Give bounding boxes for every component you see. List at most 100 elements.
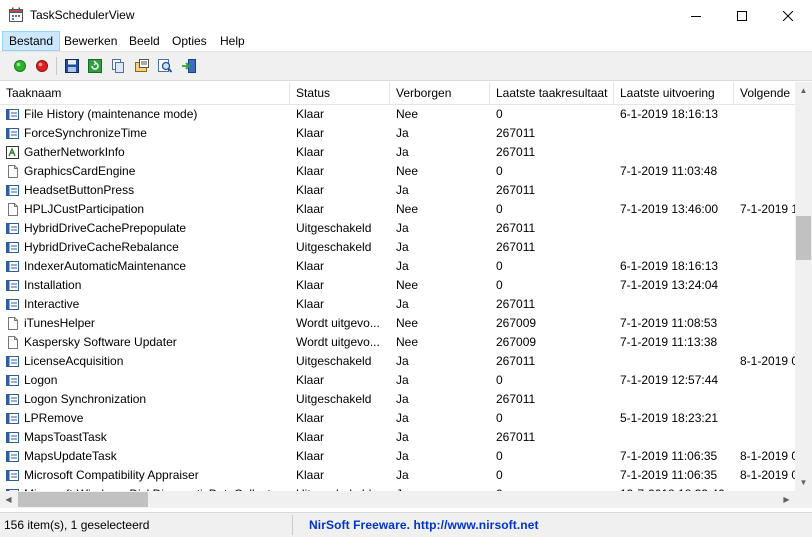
search-icon	[158, 59, 173, 73]
cell-volgende	[740, 219, 795, 238]
vertical-scroll-thumb[interactable]	[796, 216, 811, 260]
cell-laatste-uitvoering: 7-1-2019 11:06:35	[620, 468, 718, 482]
scroll-down-icon[interactable]: ▼	[795, 474, 812, 491]
cell-laatste-taakresultaat: 267011	[496, 354, 536, 368]
column-header-taaknaam[interactable]: Taaknaam	[0, 82, 290, 104]
disable-task-button[interactable]	[32, 56, 52, 76]
task-list[interactable]: Taaknaam Status Verborgen Laatste taakre…	[0, 82, 795, 491]
column-header: Taaknaam Status Verborgen Laatste taakre…	[0, 82, 795, 105]
menu-bewerken[interactable]: Bewerken	[58, 31, 123, 51]
horizontal-scrollbar[interactable]: ◀ ▶	[0, 491, 795, 508]
cell-volgende	[740, 143, 795, 162]
maximize-button[interactable]	[719, 0, 765, 31]
menu-opties[interactable]: Opties	[166, 31, 213, 51]
cell-volgende	[740, 390, 795, 409]
cell-verborgen: Ja	[396, 259, 409, 273]
title-bar: TaskSchedulerView	[0, 0, 812, 31]
report-icon	[135, 59, 149, 72]
menu-beeld[interactable]: Beeld	[123, 31, 166, 51]
cell-laatste-taakresultaat: 0	[496, 468, 503, 482]
find-button[interactable]	[155, 56, 175, 76]
cell-verborgen: Ja	[396, 392, 409, 406]
cell-verborgen: Ja	[396, 240, 409, 254]
refresh-button[interactable]	[85, 56, 105, 76]
table-row[interactable]: MapsUpdateTask Klaar Ja 0 7-1-2019 11:06:35 8…	[0, 447, 795, 466]
cell-volgende	[740, 238, 795, 257]
horizontal-scroll-thumb[interactable]	[18, 492, 148, 507]
cell-status: Klaar	[296, 107, 325, 121]
column-header-verborgen[interactable]: Verborgen	[390, 82, 490, 104]
green-circle-icon	[14, 60, 26, 72]
item-count: 156 item(s), 1 geselecteerd	[4, 518, 150, 532]
cell-status: Klaar	[296, 430, 325, 444]
cell-status: Wordt uitgevo...	[296, 316, 380, 330]
cell-taaknaam: HPLJCustParticipation	[24, 202, 145, 216]
cell-status: Klaar	[296, 183, 325, 197]
menu-help[interactable]: Help	[214, 31, 251, 51]
cell-verborgen: Ja	[396, 468, 409, 482]
vertical-scrollbar[interactable]: ▲ ▼	[795, 82, 812, 491]
table-row[interactable]: Installation Klaar Nee 0 7-1-2019 13:24:04	[0, 276, 795, 295]
table-row[interactable]: LPRemove Klaar Ja 0 5-1-2019 18:23:21	[0, 409, 795, 428]
html-report-button[interactable]	[132, 56, 152, 76]
cell-laatste-taakresultaat: 0	[496, 411, 503, 425]
table-row[interactable]: HeadsetButtonPress Klaar Ja 267011	[0, 181, 795, 200]
table-row[interactable]: IndexerAutomaticMaintenance Klaar Ja 0 6-1-2…	[0, 257, 795, 276]
cell-volgende	[740, 314, 795, 333]
menu-bestand[interactable]: Bestand	[2, 31, 61, 51]
cell-laatste-taakresultaat: 0	[496, 107, 503, 121]
table-row[interactable]: Logon Synchronization Uitgeschakeld Ja 2670…	[0, 390, 795, 409]
document-icon	[8, 165, 18, 178]
cell-verborgen: Nee	[396, 335, 419, 349]
table-row[interactable]: Kaspersky Software Updater Wordt uitgevo.…	[0, 333, 795, 352]
cell-status: Klaar	[296, 202, 325, 216]
cell-laatste-uitvoering: 7-1-2019 11:06:35	[620, 449, 718, 463]
cell-laatste-taakresultaat: 0	[496, 259, 503, 273]
cell-laatste-taakresultaat: 0	[496, 449, 503, 463]
task-icon	[6, 128, 19, 139]
app-icon	[9, 7, 23, 22]
scroll-up-icon[interactable]: ▲	[795, 82, 812, 99]
floppy-disk-icon	[65, 59, 79, 73]
table-row[interactable]: HybridDriveCacheRebalance Uitgeschakeld Ja…	[0, 238, 795, 257]
table-row[interactable]: HybridDriveCachePrepopulate Uitgeschakeld…	[0, 219, 795, 238]
close-button[interactable]	[765, 0, 811, 31]
cell-laatste-uitvoering: 7-1-2019 11:08:53	[620, 316, 718, 330]
table-row[interactable]: GatherNetworkInfo Klaar Ja 267011	[0, 143, 795, 162]
cell-verborgen: Ja	[396, 145, 409, 159]
table-row[interactable]: Interactive Klaar Ja 267011	[0, 295, 795, 314]
table-row[interactable]: LicenseAcquisition Uitgeschakeld Ja 267011 8…	[0, 352, 795, 371]
cell-volgende	[740, 409, 795, 428]
cell-taaknaam: iTunesHelper	[24, 316, 95, 330]
minimize-button[interactable]	[673, 0, 719, 31]
cell-volgende	[740, 428, 795, 447]
scroll-left-icon[interactable]: ◀	[0, 491, 17, 508]
cell-laatste-uitvoering	[620, 295, 732, 314]
column-header-laatste-uitvoering[interactable]: Laatste uitvoering	[614, 82, 734, 104]
table-row[interactable]: File History (maintenance mode) Klaar Nee 0…	[0, 105, 795, 124]
table-row[interactable]: MapsToastTask Klaar Ja 267011	[0, 428, 795, 447]
cell-laatste-taakresultaat: 267009	[496, 335, 537, 349]
copy-icon	[112, 59, 124, 73]
table-row[interactable]: GraphicsCardEngine Klaar Nee 0 7-1-2019 11:0…	[0, 162, 795, 181]
cell-laatste-uitvoering	[620, 352, 732, 371]
cell-status: Klaar	[296, 259, 325, 273]
save-button[interactable]	[62, 56, 82, 76]
table-row[interactable]: HPLJCustParticipation Klaar Nee 0 7-1-2019 1…	[0, 200, 795, 219]
table-row[interactable]: Logon Klaar Ja 0 7-1-2019 12:57:44	[0, 371, 795, 390]
column-header-laatste-taakresultaat[interactable]: Laatste taakresultaat	[490, 82, 614, 104]
copy-button[interactable]	[108, 56, 128, 76]
task-icon	[6, 413, 19, 424]
cell-status: Uitgeschakeld	[296, 354, 372, 368]
table-row[interactable]: iTunesHelper Wordt uitgevo... Nee 267009 7-1…	[0, 314, 795, 333]
cell-verborgen: Nee	[396, 278, 419, 292]
scroll-right-icon[interactable]: ▶	[778, 491, 795, 508]
enable-task-button[interactable]	[10, 56, 30, 76]
column-header-status[interactable]: Status	[290, 82, 390, 104]
exit-button[interactable]	[179, 56, 199, 76]
cell-laatste-taakresultaat: 267011	[496, 240, 536, 254]
table-row[interactable]: ForceSynchronizeTime Klaar Ja 267011	[0, 124, 795, 143]
table-row[interactable]: Microsoft Compatibility Appraiser Klaar Ja…	[0, 466, 795, 485]
nirsoft-link[interactable]: NirSoft Freeware. http://www.nirsoft.net	[309, 518, 539, 532]
column-header-volgende[interactable]: Volgende	[734, 82, 795, 104]
